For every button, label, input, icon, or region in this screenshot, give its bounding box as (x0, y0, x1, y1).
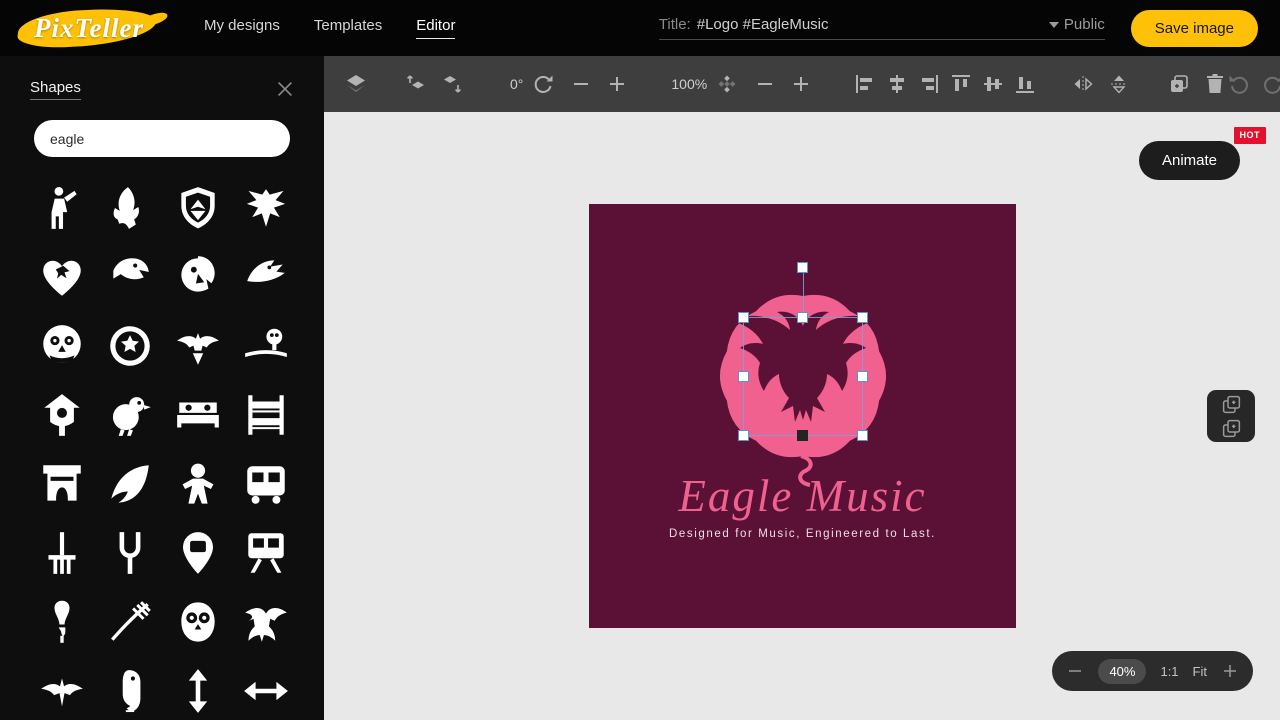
pixteller-logo[interactable]: PixTeller (14, 6, 164, 50)
shape-bus-location-pin-icon[interactable] (170, 526, 226, 579)
design-title-input[interactable] (697, 16, 1049, 33)
design-canvas[interactable]: Eagle Music Designed for Music, Engineer… (589, 204, 1016, 628)
shapes-grid (0, 163, 324, 717)
selection-handle-w[interactable] (738, 371, 749, 382)
nav-my-designs[interactable]: My designs (204, 17, 280, 39)
hot-badge: HOT (1234, 127, 1267, 144)
main-nav: My designs Templates Editor (204, 17, 455, 39)
flip-vertical-icon[interactable] (1107, 72, 1131, 96)
shape-eagle-shield-icon[interactable] (170, 181, 226, 234)
selection-handle-nw[interactable] (738, 312, 749, 323)
logo-tagline-text[interactable]: Designed for Music, Engineered to Last. (589, 528, 1016, 540)
shape-eagle-claw-icon[interactable] (102, 181, 158, 234)
zoom-in-icon[interactable] (1221, 662, 1239, 680)
selection-handle-se[interactable] (857, 430, 868, 441)
selection-rotate-handle[interactable] (797, 262, 808, 273)
align-middle-vertical-icon[interactable] (981, 72, 1005, 96)
shape-arrows-vertical-icon[interactable] (170, 664, 226, 717)
shape-search-input[interactable] (34, 120, 290, 157)
save-image-button[interactable]: Save image (1131, 10, 1258, 47)
logo-text: PixTeller (34, 13, 144, 44)
shape-fork-sketch-icon[interactable] (102, 595, 158, 648)
align-left-icon[interactable] (853, 72, 877, 96)
rotation-value: 0° (510, 76, 523, 92)
shape-rake-icon[interactable] (34, 526, 90, 579)
zoom-actual-size-button[interactable]: 1:1 (1160, 664, 1178, 679)
zoom-bar: 40% 1:1 Fit (1052, 651, 1253, 691)
delete-icon[interactable] (1203, 72, 1227, 96)
animate-button[interactable]: Animate (1139, 141, 1240, 180)
copy-add-icon[interactable] (1221, 394, 1242, 415)
rotate-icon[interactable] (531, 72, 555, 96)
shape-heart-with-bird-icon[interactable] (34, 250, 90, 303)
bring-forward-icon[interactable] (404, 72, 428, 96)
visibility-value: Public (1064, 16, 1105, 33)
align-center-horizontal-icon[interactable] (885, 72, 909, 96)
copy-add-alt-icon[interactable] (1221, 418, 1242, 439)
send-backward-icon[interactable] (440, 72, 464, 96)
undo-icon[interactable] (1227, 72, 1251, 96)
align-bottom-icon[interactable] (1013, 72, 1037, 96)
shape-eagle-head-sketch-icon[interactable] (238, 250, 294, 303)
nav-templates[interactable]: Templates (314, 17, 382, 39)
shape-baby-bird-icon[interactable] (102, 388, 158, 441)
duplicate-icon[interactable] (1167, 72, 1191, 96)
opacity-plus-icon[interactable] (789, 72, 813, 96)
zoom-level: 40% (1098, 659, 1146, 684)
opacity-minus-icon[interactable] (753, 72, 777, 96)
shape-arrows-horizontal-icon[interactable] (238, 664, 294, 717)
layers-icon[interactable] (344, 72, 368, 96)
align-right-icon[interactable] (917, 72, 941, 96)
shape-wing-icon[interactable] (102, 457, 158, 510)
chevron-down-icon (1049, 22, 1059, 28)
shape-eagle-head-front-icon[interactable] (170, 250, 226, 303)
shape-eagle-face-icon[interactable] (34, 319, 90, 372)
shape-falconer-icon[interactable] (34, 181, 90, 234)
shape-perched-parrot-icon[interactable] (102, 664, 158, 717)
shape-owl-on-branch-icon[interactable] (238, 319, 294, 372)
clone-panel (1207, 390, 1255, 442)
close-icon[interactable] (274, 78, 296, 100)
shape-bus-icon[interactable] (238, 457, 294, 510)
shapes-panel: Shapes (0, 56, 324, 720)
zoom-fit-button[interactable]: Fit (1193, 664, 1207, 679)
flip-horizontal-icon[interactable] (1071, 72, 1095, 96)
shape-double-bed-icon[interactable] (170, 388, 226, 441)
visibility-dropdown[interactable]: Public (1049, 16, 1105, 33)
shape-cia-badge-icon[interactable] (102, 319, 158, 372)
opacity-value: 100% (671, 76, 707, 92)
topbar: PixTeller My designs Templates Editor Ti… (0, 0, 1280, 56)
align-top-icon[interactable] (949, 72, 973, 96)
opacity-icon[interactable] (715, 72, 739, 96)
shape-flying-eagle-icon[interactable] (238, 595, 294, 648)
selection-handle-s[interactable] (797, 430, 808, 441)
rotate-plus-icon[interactable] (605, 72, 629, 96)
zoom-out-icon[interactable] (1066, 662, 1084, 680)
rotate-minus-icon[interactable] (569, 72, 593, 96)
shape-winged-emblem-icon[interactable] (170, 319, 226, 372)
selection-handle-sw[interactable] (738, 430, 749, 441)
shape-owl-icon[interactable] (170, 595, 226, 648)
shape-soaring-bird-icon[interactable] (34, 664, 90, 717)
canvas-workspace[interactable]: Eagle Music Designed for Music, Engineer… (324, 112, 1280, 720)
shape-birdhouse-icon[interactable] (34, 388, 90, 441)
shape-sausage-on-fork-icon[interactable] (34, 595, 90, 648)
nav-editor[interactable]: Editor (416, 17, 455, 39)
redo-icon[interactable] (1261, 72, 1280, 96)
shape-bunk-bed-icon[interactable] (238, 388, 294, 441)
logo-brand-text[interactable]: Eagle Music (589, 470, 1016, 522)
shape-eagle-head-profile-icon[interactable] (102, 250, 158, 303)
editor-toolbar: 0° 100% (324, 56, 1280, 112)
shape-heraldic-eagle-icon[interactable] (238, 181, 294, 234)
shape-gingerbread-man-icon[interactable] (170, 457, 226, 510)
shape-bus-stop-sign-icon[interactable] (238, 526, 294, 579)
title-label: Title: (659, 16, 691, 33)
selection-handle-e[interactable] (857, 371, 868, 382)
selection-handle-ne[interactable] (857, 312, 868, 323)
shape-fireplace-icon[interactable] (34, 457, 90, 510)
shape-tuning-fork-icon[interactable] (102, 526, 158, 579)
design-title-group: Title: Public (659, 16, 1105, 40)
shapes-panel-title: Shapes (30, 79, 81, 100)
selection-handle-n[interactable] (797, 312, 808, 323)
